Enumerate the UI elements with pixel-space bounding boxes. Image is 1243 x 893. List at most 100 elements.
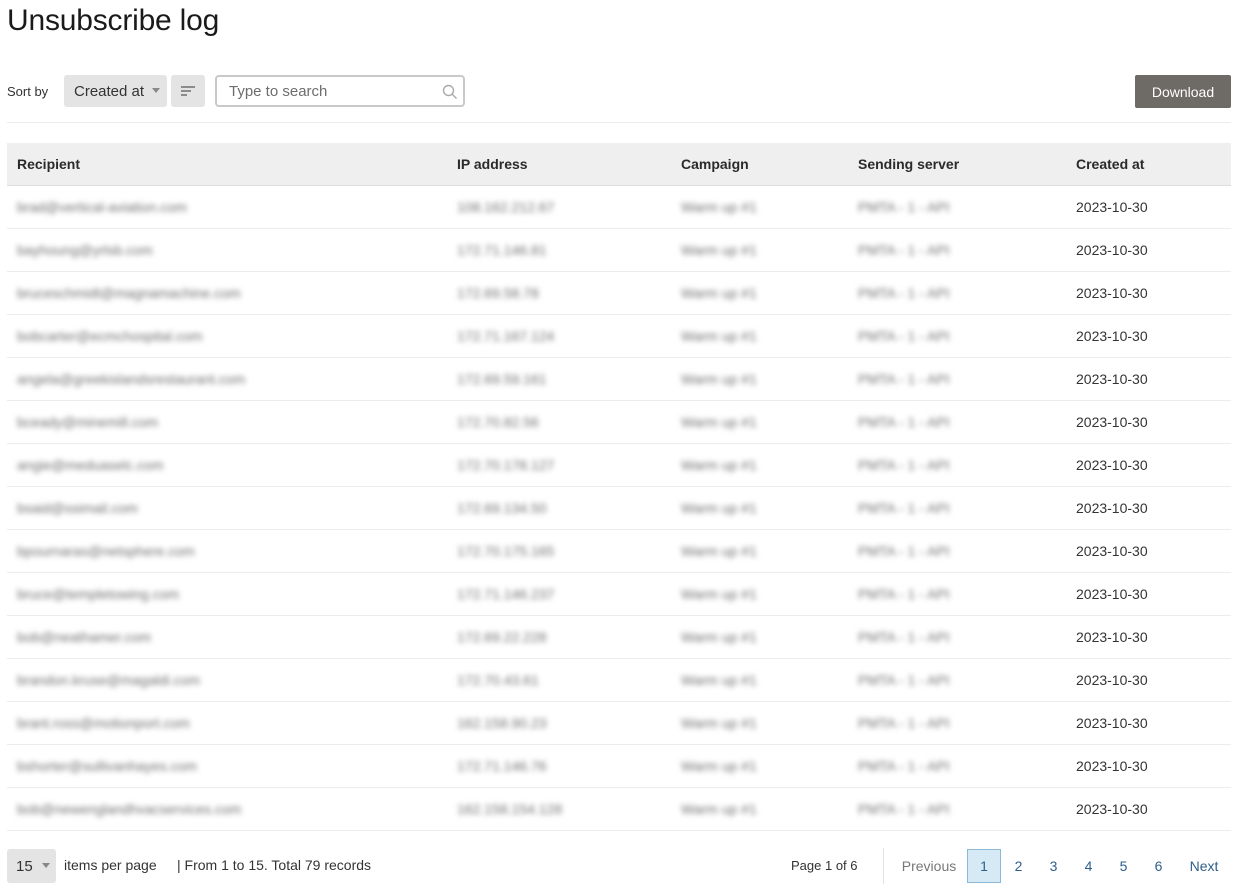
ip-address-cell-text: 172.71.146.81 <box>457 241 547 258</box>
sending-server-cell: PMTA - 1 - API <box>848 271 1066 315</box>
ip-address-cell-text: 108.162.212.67 <box>457 198 555 215</box>
created-at-cell: 2023-10-30 <box>1066 744 1231 788</box>
campaign-cell: Warm up #1 <box>671 443 848 487</box>
column-header-ip-address[interactable]: IP address <box>447 143 671 186</box>
table-row[interactable]: bruceschmidt@magnamachine.com 172.69.58.7… <box>7 271 1231 315</box>
table-row[interactable]: bob@newenglandhvacservices.com 162.158.15… <box>7 787 1231 831</box>
sort-direction-button[interactable] <box>171 75 205 107</box>
recipient-cell: angie@meduaselc.com <box>7 443 447 487</box>
page-link-4[interactable]: 4 <box>1071 849 1106 883</box>
campaign-cell: Warm up #1 <box>671 744 848 788</box>
search-icon[interactable] <box>441 83 459 101</box>
ip-address-cell: 172.71.146.81 <box>447 228 671 272</box>
page-link-2[interactable]: 2 <box>1001 849 1036 883</box>
divider <box>7 122 1231 123</box>
table-row[interactable]: bceady@minemill.com 172.70.82.56 Warm up #… <box>7 400 1231 444</box>
created-at-cell: 2023-10-30 <box>1066 486 1231 530</box>
ip-address-cell: 172.70.43.61 <box>447 658 671 702</box>
column-header-created-at[interactable]: Created at <box>1066 143 1231 186</box>
column-header-campaign[interactable]: Campaign <box>671 143 848 186</box>
campaign-cell-text: Warm up #1 <box>681 542 757 559</box>
recipient-cell-text: brad@vertical-aviation.com <box>17 198 187 215</box>
sending-server-cell-text: PMTA - 1 - API <box>858 413 950 430</box>
column-header-sending-server[interactable]: Sending server <box>848 143 1066 186</box>
ip-address-cell-text: 172.69.134.50 <box>457 499 547 516</box>
sending-server-cell-text: PMTA - 1 - API <box>858 198 950 215</box>
campaign-cell: Warm up #1 <box>671 314 848 358</box>
created-at-cell-text: 2023-10-30 <box>1076 370 1148 387</box>
next-page-link[interactable]: Next <box>1176 849 1232 883</box>
table-row[interactable]: bpournaras@netsphere.com 172.70.175.165 Wa… <box>7 529 1231 573</box>
table-row[interactable]: bruce@templetowing.com 172.71.146.237 Warm… <box>7 572 1231 616</box>
recipient-cell-text: bsaid@ssimail.com <box>17 499 138 516</box>
column-header-recipient[interactable]: Recipient <box>7 143 447 186</box>
ip-address-cell-text: 162.158.90.23 <box>457 714 547 731</box>
table-row[interactable]: bayhoung@yrlsb.com 172.71.146.81 Warm up #… <box>7 228 1231 272</box>
sending-server-cell: PMTA - 1 - API <box>848 658 1066 702</box>
campaign-cell: Warm up #1 <box>671 486 848 530</box>
recipient-cell-text: angela@greekislandsrestaurant.com <box>17 370 246 387</box>
campaign-cell: Warm up #1 <box>671 357 848 401</box>
created-at-cell-text: 2023-10-30 <box>1076 671 1148 688</box>
sending-server-cell: PMTA - 1 - API <box>848 486 1066 530</box>
previous-page-link[interactable]: Previous <box>891 849 967 883</box>
ip-address-cell-text: 162.158.154.128 <box>457 800 563 817</box>
page-link-5[interactable]: 5 <box>1106 849 1141 883</box>
table-row[interactable]: bsaid@ssimail.com 172.69.134.50 Warm up #1… <box>7 486 1231 530</box>
recipient-cell-text: bceady@minemill.com <box>17 413 159 430</box>
items-per-page-select[interactable]: 15 <box>7 849 56 883</box>
ip-address-cell-text: 172.71.146.76 <box>457 757 547 774</box>
items-per-page-value: 15 <box>16 858 33 875</box>
table-body: brad@vertical-aviation.com 108.162.212.67… <box>7 185 1231 831</box>
sort-by-label: Sort by <box>7 84 49 99</box>
divider <box>883 848 884 884</box>
sort-field-select[interactable]: Created at <box>64 75 167 107</box>
table-row[interactable]: brant.ross@motionport.com 162.158.90.23 Wa… <box>7 701 1231 745</box>
created-at-cell: 2023-10-30 <box>1066 228 1231 272</box>
sending-server-cell: PMTA - 1 - API <box>848 400 1066 444</box>
recipient-cell: bob@newenglandhvacservices.com <box>7 787 447 831</box>
ip-address-cell-text: 172.69.58.78 <box>457 284 539 301</box>
unsubscribe-table: Recipient IP address Campaign Sending se… <box>7 143 1231 831</box>
table-row[interactable]: bob@neathamer.com 172.69.22.228 Warm up #1… <box>7 615 1231 659</box>
page-title: Unsubscribe log <box>7 4 220 37</box>
campaign-cell-text: Warm up #1 <box>681 413 757 430</box>
recipient-cell: bruce@templetowing.com <box>7 572 447 616</box>
page-link-1[interactable]: 1 <box>967 849 1001 883</box>
created-at-cell-text: 2023-10-30 <box>1076 757 1148 774</box>
table-row[interactable]: bobcarter@ecmchospital.com 172.71.167.124… <box>7 314 1231 358</box>
ip-address-cell-text: 172.70.82.56 <box>457 413 539 430</box>
table-row[interactable]: angie@meduaselc.com 172.70.178.127 Warm up… <box>7 443 1231 487</box>
table-row[interactable]: brad@vertical-aviation.com 108.162.212.67… <box>7 185 1231 229</box>
campaign-cell-text: Warm up #1 <box>681 800 757 817</box>
table-row[interactable]: bshorter@sullivanhayes.com 172.71.146.76 W… <box>7 744 1231 788</box>
sending-server-cell-text: PMTA - 1 - API <box>858 241 950 258</box>
campaign-cell-text: Warm up #1 <box>681 284 757 301</box>
sending-server-cell: PMTA - 1 - API <box>848 787 1066 831</box>
sending-server-cell-text: PMTA - 1 - API <box>858 327 950 344</box>
search-box <box>215 75 465 107</box>
sending-server-cell: PMTA - 1 - API <box>848 701 1066 745</box>
download-button[interactable]: Download <box>1135 75 1231 108</box>
created-at-cell: 2023-10-30 <box>1066 185 1231 229</box>
sending-server-cell-text: PMTA - 1 - API <box>858 671 950 688</box>
sending-server-cell-text: PMTA - 1 - API <box>858 499 950 516</box>
campaign-cell: Warm up #1 <box>671 228 848 272</box>
page-link-6[interactable]: 6 <box>1141 849 1176 883</box>
sending-server-cell-text: PMTA - 1 - API <box>858 585 950 602</box>
created-at-cell-text: 2023-10-30 <box>1076 585 1148 602</box>
created-at-cell-text: 2023-10-30 <box>1076 456 1148 473</box>
table-row[interactable]: angela@greekislandsrestaurant.com 172.69.… <box>7 357 1231 401</box>
sending-server-cell: PMTA - 1 - API <box>848 572 1066 616</box>
sending-server-cell: PMTA - 1 - API <box>848 228 1066 272</box>
ip-address-cell: 162.158.154.128 <box>447 787 671 831</box>
sending-server-cell: PMTA - 1 - API <box>848 357 1066 401</box>
table-header-row: Recipient IP address Campaign Sending se… <box>7 143 1231 186</box>
table-row[interactable]: brandon.kruse@magaldi.com 172.70.43.61 War… <box>7 658 1231 702</box>
campaign-cell: Warm up #1 <box>671 615 848 659</box>
created-at-cell: 2023-10-30 <box>1066 443 1231 487</box>
page-link-3[interactable]: 3 <box>1036 849 1071 883</box>
recipient-cell: brant.ross@motionport.com <box>7 701 447 745</box>
search-input[interactable] <box>229 77 439 105</box>
campaign-cell: Warm up #1 <box>671 658 848 702</box>
